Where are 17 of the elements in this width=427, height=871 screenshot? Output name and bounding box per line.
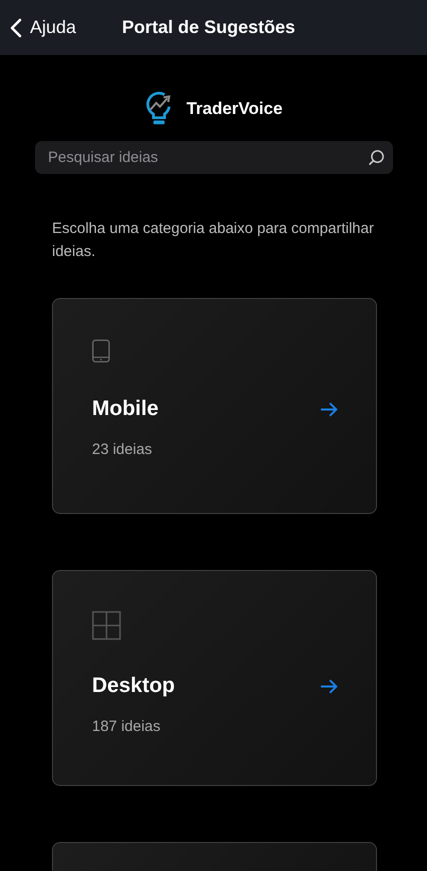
phone-icon — [92, 339, 110, 363]
page-title: Portal de Sugestões — [122, 17, 296, 38]
back-button[interactable]: Ajuda — [10, 17, 76, 38]
category-title: Desktop — [92, 674, 175, 698]
chevron-left-icon — [10, 18, 22, 38]
arrow-right-icon[interactable] — [320, 678, 338, 694]
search-field[interactable]: Pesquisar ideias — [35, 141, 393, 174]
search-icon[interactable] — [368, 149, 385, 166]
arrow-right-icon[interactable] — [320, 402, 338, 416]
window-grid-icon — [92, 611, 121, 640]
category-card[interactable]: Mobile 23 ideias — [52, 298, 377, 514]
category-title: Mobile — [92, 397, 158, 421]
category-card[interactable]: Desktop 187 ideias — [52, 570, 377, 786]
idea-count: 187 ideias — [92, 718, 162, 735]
intro-text: Escolha uma categoria abaixo para compartilhar ideias. — [52, 219, 375, 262]
idea-count: 23 ideias — [92, 441, 154, 458]
brand-name: TraderVoice — [186, 98, 283, 118]
